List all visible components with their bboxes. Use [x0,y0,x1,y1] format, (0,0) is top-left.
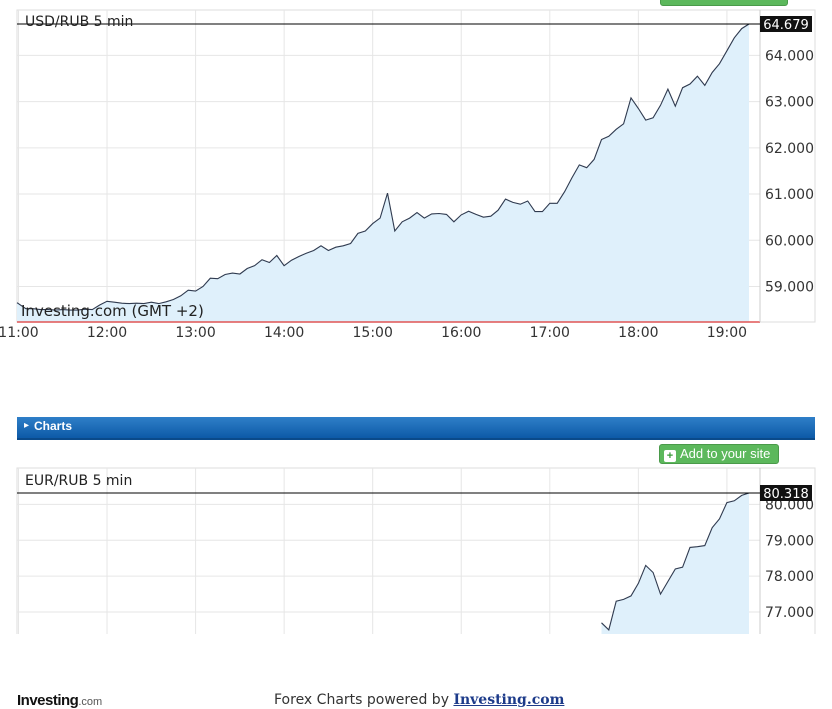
chart-title: USD/RUB 5 min [25,14,133,30]
series-area [601,493,749,634]
y-tick-label: 64.000 [765,48,814,64]
powered-by-text: Forex Charts powered by Investing.com [274,692,565,708]
chart-title: EUR/RUB 5 min [25,473,132,489]
add-to-site-button[interactable]: + Add to your site [659,444,780,464]
investing-link[interactable]: Investing.com [453,692,564,708]
x-tick-label: 15:00 [353,325,393,341]
x-tick-label: 14:00 [264,325,304,341]
y-tick-label: 63.000 [765,95,814,111]
last-price-label: 80.318 [763,487,809,502]
plot-frame [16,467,816,634]
y-tick-label: 79.000 [765,533,814,549]
y-tick-label: 80.000 [765,497,814,513]
last-price-label: 64.679 [763,18,809,33]
chevron-right-icon: ▸ [24,420,30,431]
plus-icon: + [664,450,676,462]
chart-watermark: Investing.com (GMT +2) [21,302,204,320]
series-line [601,492,750,631]
x-tick-label: 12:00 [87,325,127,341]
x-tick-label: 19:00 [707,325,747,341]
x-tick-label: 18:00 [618,325,658,341]
y-tick-label: 61.000 [765,187,814,203]
y-tick-label: 60.000 [765,233,814,249]
x-tick-label: 11:00 [0,325,39,341]
y-tick-label: 59.000 [765,280,814,296]
y-tick-label: 78.000 [765,569,814,585]
x-tick-label: 16:00 [441,325,481,341]
x-tick-label: 13:00 [175,325,215,341]
x-tick-label: 17:00 [530,325,570,341]
section-title: Charts [34,419,73,433]
add-to-site-label: Add to your site [680,446,771,461]
investing-logo[interactable]: Investing.com [17,692,102,709]
charts-section-bar[interactable]: ▸ Charts [17,417,815,440]
y-tick-label: 62.000 [765,141,814,157]
usd-rub-chart: 59.000 60.000 61.000 62.000 63.000 64.000 11:0… [0,9,816,341]
last-price-box [760,485,812,501]
chart-footer: Investing.com Forex Charts powered by In… [0,344,832,709]
y-tick-label: 77.000 [765,605,814,621]
